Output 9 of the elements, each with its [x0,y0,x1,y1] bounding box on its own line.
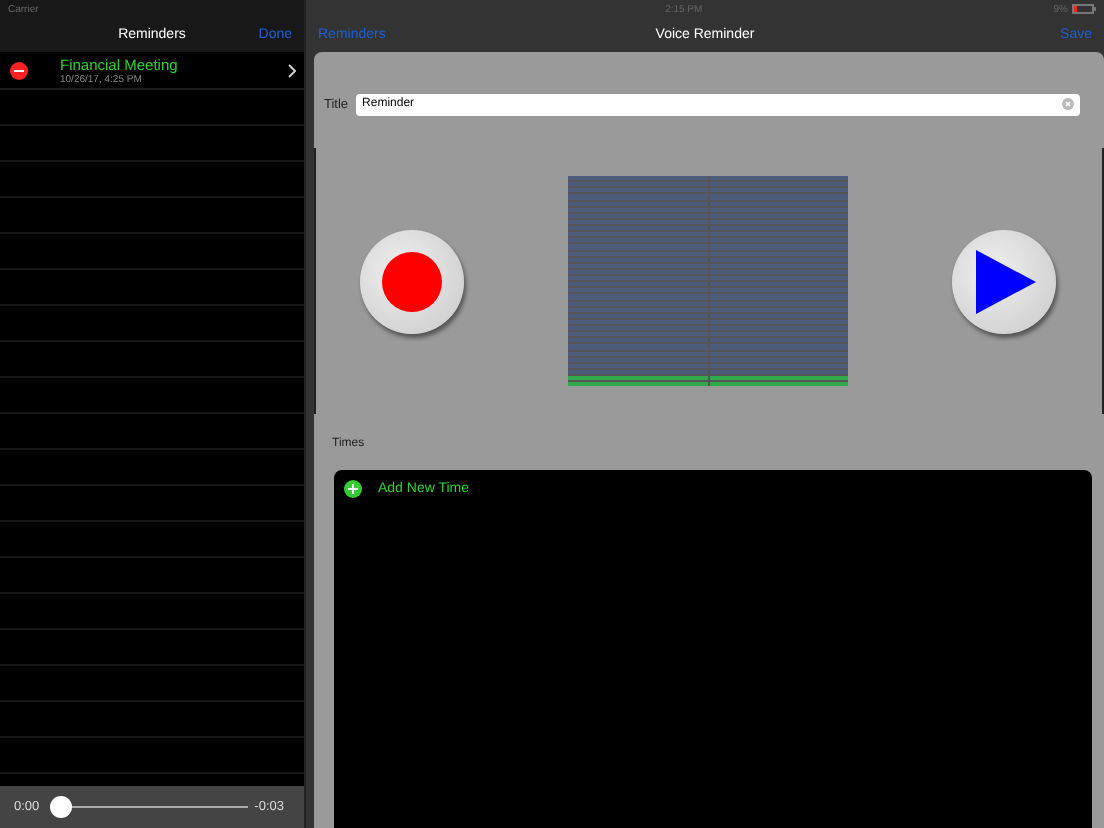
play-button[interactable] [952,229,1056,333]
slider-thumb[interactable] [49,796,72,818]
play-icon [972,249,1036,313]
record-button[interactable] [360,229,464,333]
delete-icon[interactable] [10,61,28,79]
chevron-icon [288,63,296,77]
record-icon [382,251,442,311]
battery-icon [1071,4,1096,14]
add-icon [344,480,362,498]
